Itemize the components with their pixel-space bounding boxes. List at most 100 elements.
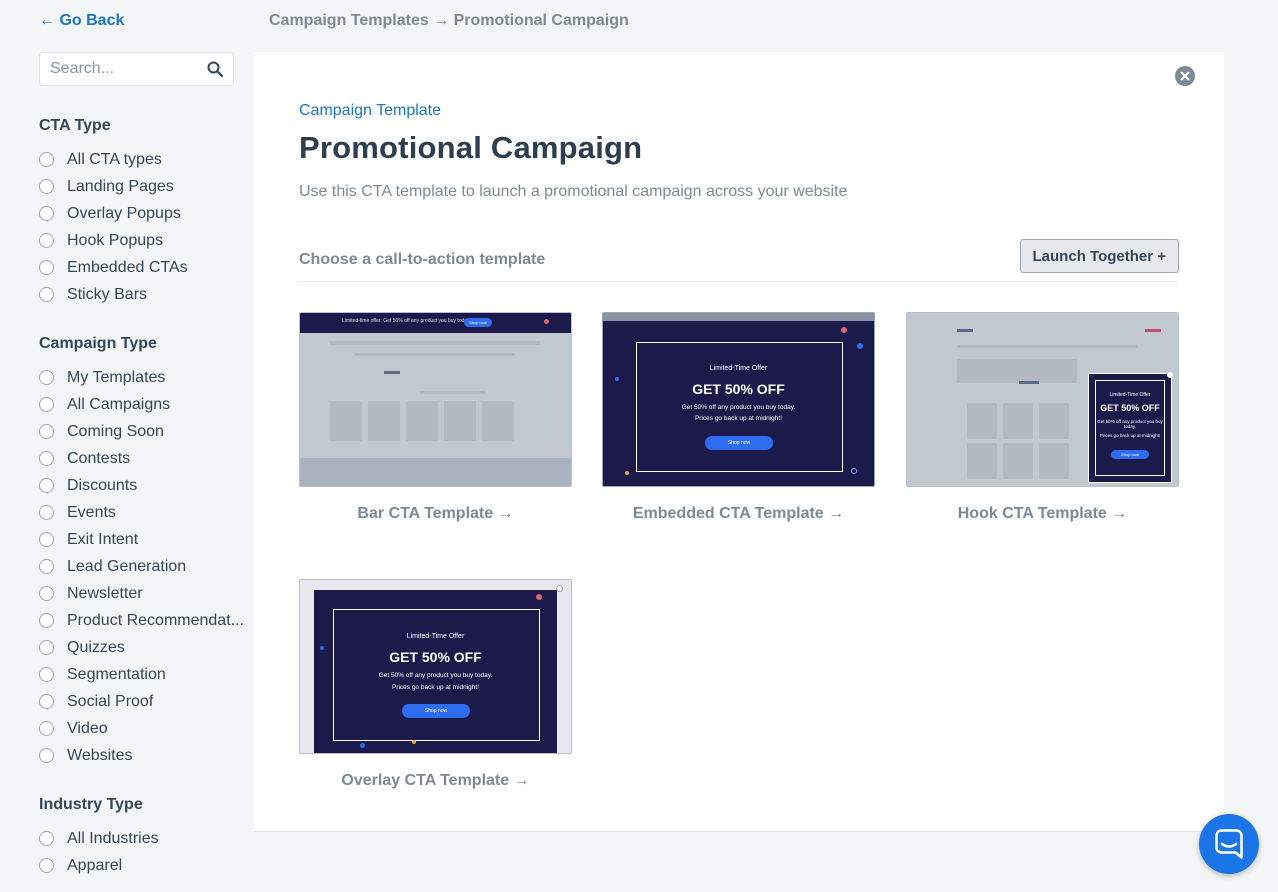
overlay-cta-card[interactable]: Limited-Time Offer GET 50% OFF Get 50% o… [299, 579, 572, 790]
template-caption[interactable]: Embedded CTA Template → [602, 505, 875, 523]
filter-option[interactable]: Coming Soon [39, 418, 249, 445]
filter-group-title: CTA Type [39, 117, 111, 134]
filter-option[interactable]: All Campaigns [39, 391, 249, 418]
section-label: Choose a call-to-action template [299, 251, 546, 268]
radio-button[interactable] [39, 397, 54, 412]
filter-option[interactable]: Product Recommendat... [39, 607, 249, 634]
launch-together-button[interactable]: Launch Together + [1019, 239, 1179, 273]
filter-option-label: Overlay Popups [67, 204, 181, 222]
radio-button[interactable] [39, 505, 54, 520]
filter-option[interactable]: Newsletter [39, 580, 249, 607]
filter-option[interactable]: Exit Intent [39, 526, 249, 553]
filter-option[interactable]: Discounts [39, 472, 249, 499]
filter-option[interactable]: Apparel [39, 852, 249, 879]
template-caption[interactable]: Bar CTA Template → [299, 505, 572, 523]
filter-option-label: Sticky Bars [67, 285, 148, 303]
filter-option-label: My Templates [67, 368, 166, 386]
hook-cta-card[interactable]: Limited-Time Offer GET 50% OFF Get 50% o… [906, 312, 1179, 523]
filter-option-label: Product Recommendat... [67, 611, 244, 629]
search-icon[interactable] [207, 61, 223, 77]
filter-option-label: All CTA types [67, 150, 162, 168]
radio-button[interactable] [39, 831, 54, 846]
template-caption[interactable]: Overlay CTA Template → [299, 772, 572, 790]
radio-button[interactable] [39, 532, 54, 547]
radio-button[interactable] [39, 179, 54, 194]
radio-button[interactable] [39, 451, 54, 466]
radio-button[interactable] [39, 287, 54, 302]
filter-option[interactable]: Landing Pages [39, 173, 249, 200]
filter-option-label: All Industries [67, 829, 159, 847]
radio-button[interactable] [39, 586, 54, 601]
radio-button[interactable] [39, 721, 54, 736]
filter-option[interactable]: Overlay Popups [39, 200, 249, 227]
radio-button[interactable] [39, 640, 54, 655]
radio-button[interactable] [39, 613, 54, 628]
chat-icon [1215, 829, 1243, 859]
filter-option-label: Social Proof [67, 692, 154, 710]
radio-button[interactable] [39, 233, 54, 248]
radio-button[interactable] [39, 748, 54, 763]
filter-option[interactable]: Websites [39, 742, 249, 769]
bar-cta-card[interactable]: Limited-time offer: Get 50% off any prod… [299, 312, 572, 523]
filter-option[interactable]: My Templates [39, 364, 249, 391]
embedded-cta-preview[interactable]: Limited-Time Offer GET 50% OFF Get 50% o… [602, 312, 875, 487]
radio-button[interactable] [39, 694, 54, 709]
filter-option[interactable]: Video [39, 715, 249, 742]
template-panel: Campaign Template Promotional Campaign U… [254, 52, 1224, 832]
filter-option[interactable]: Social Proof [39, 688, 249, 715]
filter-option-label: Quizzes [67, 638, 125, 656]
go-back-link[interactable]: ← Go Back [39, 12, 124, 30]
hook-cta-preview[interactable]: Limited-Time Offer GET 50% OFF Get 50% o… [906, 312, 1179, 487]
filter-option-label: Exit Intent [67, 530, 139, 548]
industry-type-filter: Industry Type All Industries Apparel [39, 796, 249, 879]
filter-option[interactable]: Contests [39, 445, 249, 472]
radio-button[interactable] [39, 424, 54, 439]
filter-option-label: Video [67, 719, 108, 737]
filter-option-label: Segmentation [67, 665, 166, 683]
search-box [39, 52, 234, 86]
filter-option[interactable]: Events [39, 499, 249, 526]
breadcrumb: Campaign Templates → Promotional Campaig… [269, 12, 629, 29]
radio-button[interactable] [39, 478, 54, 493]
filter-option-label: Coming Soon [67, 422, 164, 440]
messenger-button[interactable] [1199, 814, 1259, 874]
overlay-cta-preview[interactable]: Limited-Time Offer GET 50% OFF Get 50% o… [299, 579, 572, 754]
radio-button[interactable] [39, 260, 54, 275]
filter-option-label: Hook Popups [67, 231, 164, 249]
filter-option-label: Events [67, 503, 116, 521]
radio-button[interactable] [39, 559, 54, 574]
filter-option[interactable]: Hook Popups [39, 227, 249, 254]
filter-option[interactable]: All Industries [39, 825, 249, 852]
filter-option-label: Landing Pages [67, 177, 174, 195]
hook-popup: Limited-Time Offer GET 50% OFF Get 50% o… [1088, 372, 1173, 483]
bar-cta-preview[interactable]: Limited-time offer: Get 50% off any prod… [299, 312, 572, 487]
filter-sidebar: CTA Type All CTA types Landing Pages Overl… [39, 117, 249, 892]
filter-option[interactable]: All CTA types [39, 146, 249, 173]
page-title: Promotional Campaign [299, 130, 643, 165]
campaign-type-filter: Campaign Type My Templates All Campaigns C… [39, 335, 249, 769]
search-input[interactable] [40, 53, 200, 85]
cta-type-filter: CTA Type All CTA types Landing Pages Overl… [39, 117, 249, 308]
filter-option-label: Apparel [67, 856, 123, 874]
radio-button[interactable] [39, 667, 54, 682]
filter-option-label: Newsletter [67, 584, 143, 602]
radio-button[interactable] [39, 858, 54, 873]
filter-option[interactable]: Segmentation [39, 661, 249, 688]
filter-option-label: Embedded CTAs [67, 258, 188, 276]
filter-option-label: All Campaigns [67, 395, 171, 413]
filter-option-label: Contests [67, 449, 131, 467]
filter-option[interactable]: Quizzes [39, 634, 249, 661]
radio-button[interactable] [39, 152, 54, 167]
template-caption[interactable]: Hook CTA Template → [906, 505, 1179, 523]
radio-button[interactable] [39, 370, 54, 385]
filter-option[interactable]: Lead Generation [39, 553, 249, 580]
close-button[interactable] [1175, 66, 1195, 86]
embedded-cta-card[interactable]: Limited-Time Offer GET 50% OFF Get 50% o… [602, 312, 875, 523]
filter-option-label: Discounts [67, 476, 138, 494]
filter-group-title: Industry Type [39, 796, 143, 813]
close-icon [1180, 71, 1190, 81]
filter-group-title: Campaign Type [39, 335, 157, 352]
filter-option[interactable]: Embedded CTAs [39, 254, 249, 281]
filter-option[interactable]: Sticky Bars [39, 281, 249, 308]
radio-button[interactable] [39, 206, 54, 221]
